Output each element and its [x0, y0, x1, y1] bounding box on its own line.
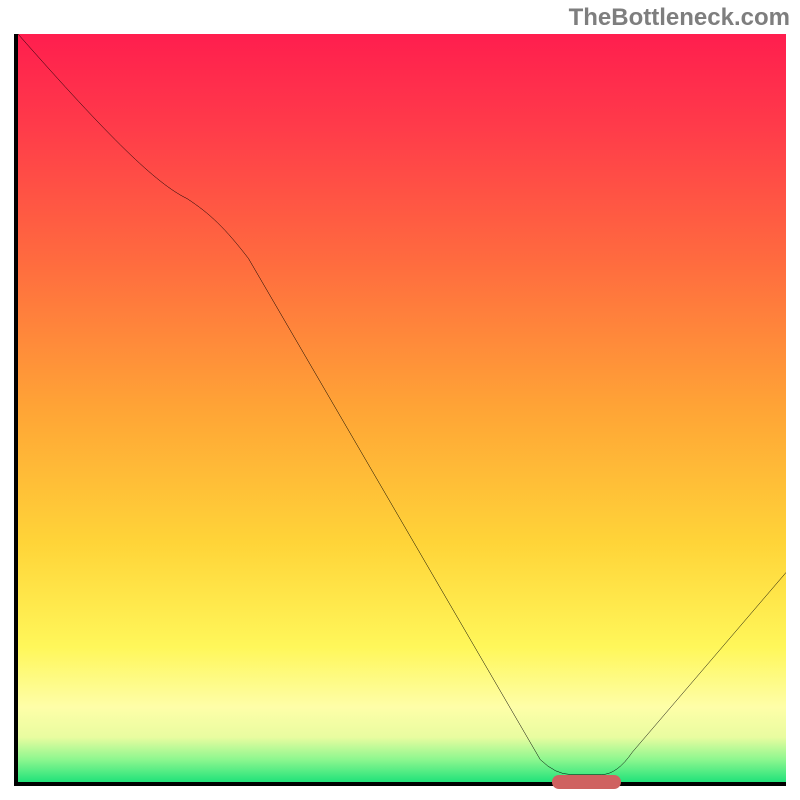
curve-path	[18, 34, 786, 775]
optimal-range-bar	[552, 775, 621, 789]
attribution-label: TheBottleneck.com	[569, 4, 790, 32]
bottleneck-curve	[18, 34, 786, 782]
chart-container: TheBottleneck.com	[0, 0, 800, 800]
plot-area	[14, 34, 786, 786]
